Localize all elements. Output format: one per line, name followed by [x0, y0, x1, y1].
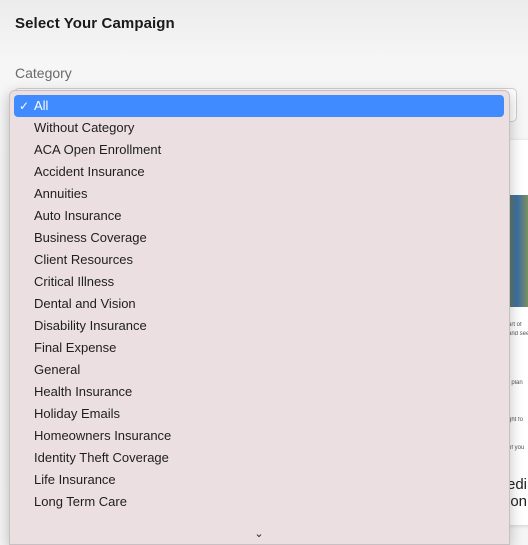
checkmark-icon: ✓ [19, 99, 30, 113]
option-item[interactable]: Without Category [10, 117, 509, 139]
scroll-down-icon[interactable]: ⌄ [251, 527, 267, 541]
option-item[interactable]: Long Term Care [10, 491, 509, 513]
option-item[interactable]: Health Insurance [10, 381, 509, 403]
preview-snippet: ght fo [508, 417, 524, 423]
option-label: All [34, 98, 49, 113]
option-item[interactable]: Life Insurance [10, 469, 509, 491]
preview-snippet: and see [508, 331, 528, 337]
preview-snippet: art of [508, 322, 522, 328]
category-dropdown-menu[interactable]: ✓ All Without Category ACA Open Enrollme… [9, 90, 510, 545]
option-item[interactable]: Critical Illness [10, 271, 509, 293]
preview-snippet: of you [508, 445, 525, 451]
option-item[interactable]: Auto Insurance [10, 205, 509, 227]
preview-snippet: t plan [508, 380, 523, 386]
preview-heading: edi ion [507, 476, 528, 510]
campaign-preview-image [508, 195, 528, 307]
option-item[interactable]: Client Resources [10, 249, 509, 271]
option-item[interactable]: Holiday Emails [10, 403, 509, 425]
option-item[interactable]: General [10, 359, 509, 381]
option-item[interactable]: Annuities [10, 183, 509, 205]
option-item[interactable]: Disability Insurance [10, 315, 509, 337]
option-item[interactable]: Accident Insurance [10, 161, 509, 183]
option-item[interactable]: Homeowners Insurance [10, 425, 509, 447]
option-list: ✓ All Without Category ACA Open Enrollme… [10, 95, 509, 535]
option-item[interactable]: Business Coverage [10, 227, 509, 249]
option-item[interactable]: Final Expense [10, 337, 509, 359]
option-item[interactable]: ACA Open Enrollment [10, 139, 509, 161]
option-item[interactable]: Identity Theft Coverage [10, 447, 509, 469]
category-label: Category [15, 65, 72, 81]
option-all[interactable]: ✓ All [14, 95, 504, 117]
page-title: Select Your Campaign [15, 15, 175, 32]
option-item[interactable]: Dental and Vision [10, 293, 509, 315]
